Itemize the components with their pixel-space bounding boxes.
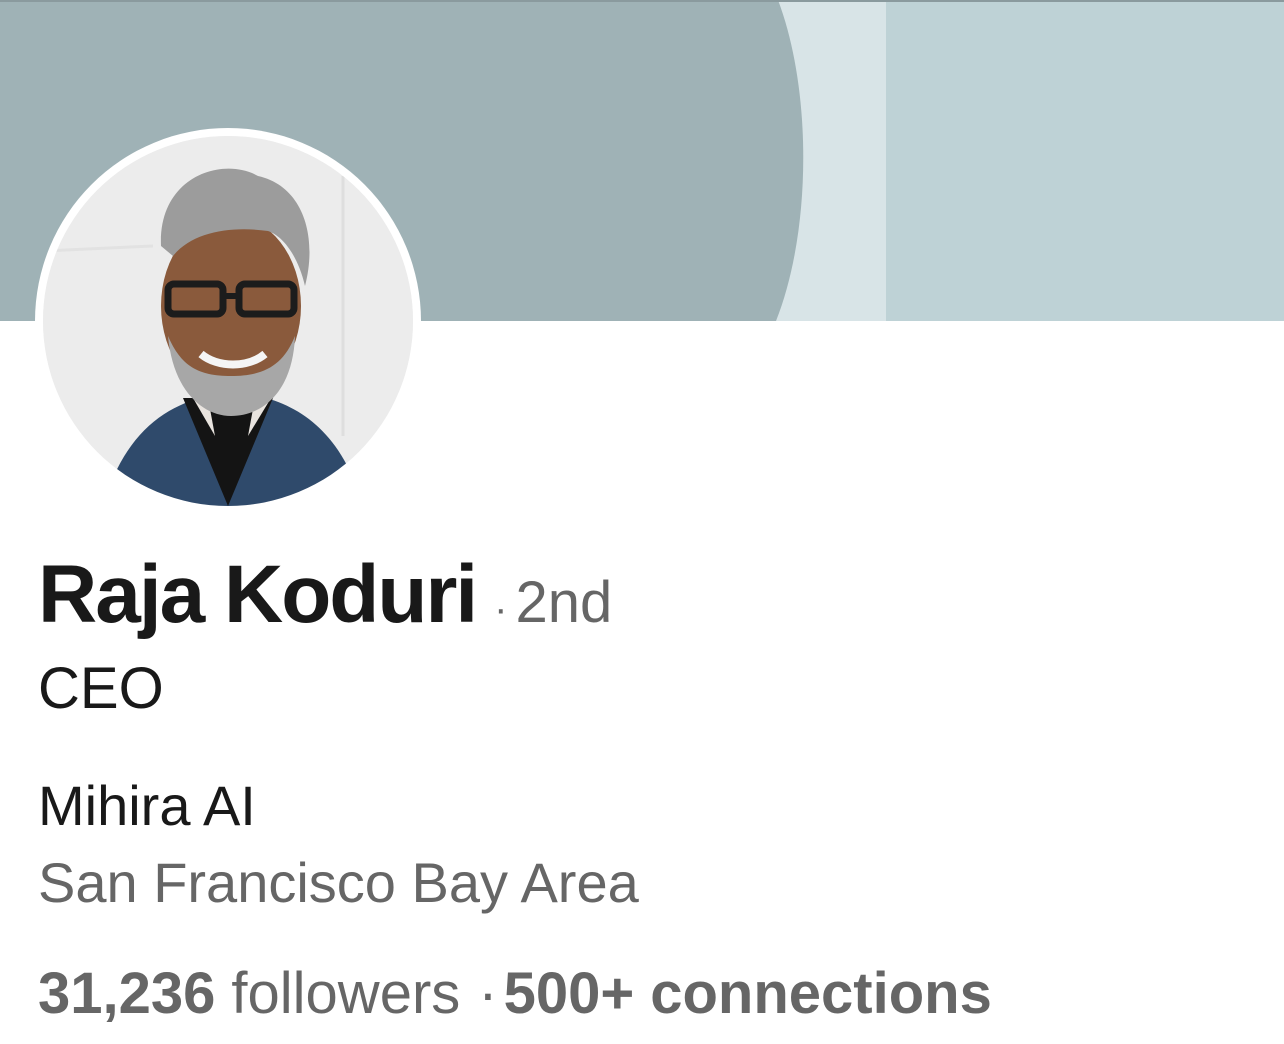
followers-label[interactable]: followers xyxy=(231,960,460,1027)
profile-page: Raja Koduri · 2nd CEO Mihira AI San Franc… xyxy=(0,0,1284,1044)
degree-label: 2nd xyxy=(515,570,613,635)
profile-headline: CEO xyxy=(38,656,164,721)
profile-stats: 31,236 followers · 500+ connections xyxy=(38,960,992,1027)
profile-location: San Francisco Bay Area xyxy=(38,851,639,914)
current-company[interactable]: Mihira AI xyxy=(38,773,256,838)
connections-count[interactable]: 500+ xyxy=(504,960,635,1027)
connections-label[interactable]: connections xyxy=(650,960,992,1027)
avatar[interactable] xyxy=(35,128,421,514)
profile-photo-icon xyxy=(43,136,413,506)
profile-name: Raja Koduri xyxy=(38,549,478,640)
degree-separator: · xyxy=(494,587,508,631)
name-row: Raja Koduri · 2nd xyxy=(38,548,612,640)
connection-degree: · 2nd xyxy=(494,569,612,636)
stats-separator: · xyxy=(478,961,498,1026)
followers-count[interactable]: 31,236 xyxy=(38,960,215,1027)
